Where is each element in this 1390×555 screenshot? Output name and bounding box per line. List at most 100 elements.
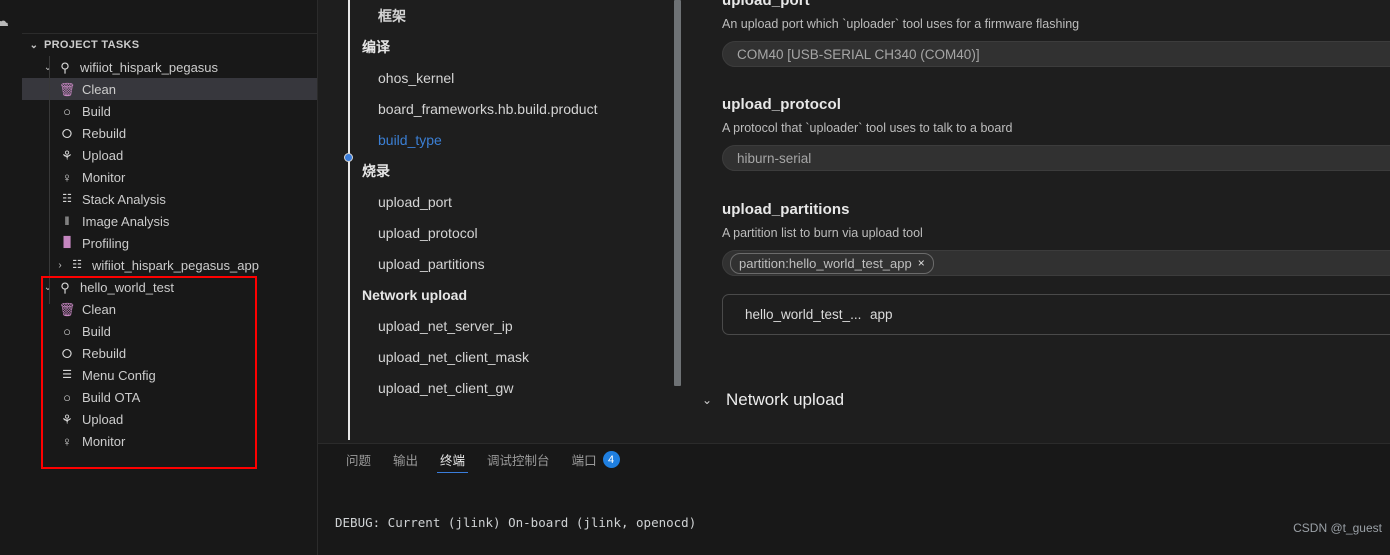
panel-tab-bar: 问题 输出 终端 调试控制台 端口 4	[318, 444, 1390, 475]
upload-partitions-input[interactable]: partition:hello_world_test_app ×	[722, 250, 1390, 276]
outline-item-upload-net-server-ip[interactable]: upload_net_server_ip	[362, 310, 667, 341]
chevron-right-icon[interactable]: ›	[52, 260, 68, 271]
outline-item-upload-net-client-mask[interactable]: upload_net_client_mask	[362, 341, 667, 372]
outline-item-upload-net-client-gw[interactable]: upload_net_client_gw	[362, 372, 667, 403]
partition-name-cell: hello_world_test_...	[745, 307, 862, 322]
app-root: ☁ ⌄ PROJECT TASKS ⌄ ⚲ wifiiot_hispark_pe…	[0, 0, 1390, 555]
tree-group-hello-world-test[interactable]: ⌄ ⚲ hello_world_test	[22, 276, 317, 298]
code-icon: ⭘	[61, 125, 73, 141]
task-item-stack-analysis[interactable]: ☷ Stack Analysis	[22, 188, 317, 210]
field-description: A protocol that `uploader` tool uses to …	[722, 121, 1013, 135]
partition-table-row[interactable]: hello_world_test_... app /home/qv	[722, 294, 1390, 335]
task-label: Profiling	[82, 235, 129, 251]
task-item-upload[interactable]: ⚘ Upload	[22, 144, 317, 166]
cloud-icon: ☁	[0, 13, 8, 30]
project-tasks-title: PROJECT TASKS	[44, 39, 140, 51]
tab-output[interactable]: 输出	[382, 444, 429, 475]
field-upload-partitions: upload_partitions A partition list to bu…	[722, 201, 1390, 335]
tree-group-wifiiot-hispark-pegasus[interactable]: ⌄ ⚲ wifiiot_hispark_pegasus	[22, 56, 317, 78]
ports-count-badge: 4	[602, 451, 620, 468]
chart-bar-icon: █	[63, 237, 71, 248]
upload-protocol-input[interactable]: hiburn-serial	[722, 145, 1390, 171]
task-item-monitor[interactable]: ♀ Monitor	[22, 166, 317, 188]
field-title: upload_protocol	[722, 96, 841, 113]
outline-item-framework[interactable]: 框架	[362, 0, 667, 31]
outline-item-upload-port[interactable]: upload_port	[362, 186, 667, 217]
flame-icon: ⚘	[61, 147, 73, 163]
chevron-down-icon[interactable]: ⌄	[27, 38, 41, 52]
upload-port-input[interactable]: COM40 [USB-SERIAL CH340 (COM40)]	[722, 41, 1390, 67]
chevron-down-icon[interactable]: ⌄	[40, 282, 56, 293]
hello-task-item-build-ota[interactable]: ○ Build OTA	[22, 386, 317, 408]
hello-task-item-clean[interactable]: 🗑 Clean	[22, 298, 317, 320]
partition-type-cell: app	[870, 307, 893, 322]
tree-group-label: wifiiot_hispark_pegasus	[80, 59, 219, 75]
chevron-down-icon[interactable]: ⌄	[700, 393, 714, 407]
task-label: Monitor	[82, 433, 126, 449]
tree-group-wifiiot-hispark-pegasus-app[interactable]: › ☷ wifiiot_hispark_pegasus_app	[22, 254, 317, 276]
task-item-image-analysis[interactable]: ‖ Image Analysis	[22, 210, 317, 232]
project-tasks-sidebar: ⌄ PROJECT TASKS ⌄ ⚲ wifiiot_hispark_pega…	[22, 0, 318, 555]
task-item-clean[interactable]: 🗑 Clean	[22, 78, 317, 100]
outline-item-board-frameworks[interactable]: board_frameworks.hb.build.product	[362, 93, 667, 124]
outline-group-network-upload[interactable]: Network upload	[362, 279, 667, 310]
outline-scrollbar[interactable]	[674, 0, 681, 386]
code-icon: ⭘	[61, 345, 73, 361]
flame-icon: ⚘	[61, 411, 73, 427]
task-label: Build OTA	[82, 389, 141, 405]
circle-icon: ○	[63, 103, 71, 119]
circle-icon: ○	[63, 323, 71, 339]
trash-icon: 🗑	[58, 301, 76, 317]
field-description: An upload port which `uploader` tool use…	[722, 17, 1080, 31]
tab-debug-console[interactable]: 调试控制台	[476, 444, 561, 475]
outline-group-burn[interactable]: 烧录	[362, 155, 667, 186]
tree-group-label: wifiiot_hispark_pegasus_app	[92, 257, 259, 273]
task-label: Build	[82, 103, 111, 119]
hello-task-item-menu-config[interactable]: ☰ Menu Config	[22, 364, 317, 386]
partition-chip[interactable]: partition:hello_world_test_app ×	[730, 252, 934, 274]
outline-group-compile[interactable]: 编译	[362, 31, 667, 62]
task-label: Rebuild	[82, 345, 127, 361]
image-icon: ‖	[64, 214, 70, 228]
stack-icon: ☷	[62, 192, 72, 205]
network-upload-section-toggle[interactable]: ⌄ Network upload	[702, 390, 844, 410]
outline-item-upload-partitions[interactable]: upload_partitions	[362, 248, 667, 279]
hello-task-item-upload[interactable]: ⚘ Upload	[22, 408, 317, 430]
task-label: Image Analysis	[82, 213, 170, 229]
field-upload-protocol: upload_protocol A protocol that `uploade…	[722, 96, 1390, 171]
task-label: Menu Config	[82, 367, 156, 383]
task-label: Build	[82, 323, 111, 339]
hello-task-item-build[interactable]: ○ Build	[22, 320, 317, 342]
grid-icon: ☷	[72, 258, 82, 271]
chevron-down-icon[interactable]: ⌄	[40, 62, 56, 73]
location-pin-icon: ⚲	[60, 59, 70, 75]
tab-ports[interactable]: 端口 4	[561, 444, 631, 475]
project-tasks-header[interactable]: ⌄ PROJECT TASKS	[22, 34, 317, 56]
task-label: Monitor	[82, 169, 126, 185]
task-item-rebuild[interactable]: ⭘ Rebuild	[22, 122, 317, 144]
watermark: CSDN @t_guest	[1293, 521, 1382, 535]
partition-chip-label: partition:hello_world_test_app	[739, 255, 912, 271]
location-pin-icon: ⚲	[60, 279, 70, 295]
tab-terminal[interactable]: 终端	[429, 444, 476, 475]
outline-item-upload-protocol[interactable]: upload_protocol	[362, 217, 667, 248]
plug-icon: ♀	[62, 169, 72, 185]
terminal-line-1: DEBUG: Current (jlink) On-board (jlink, …	[335, 515, 697, 530]
hello-task-item-rebuild[interactable]: ⭘ Rebuild	[22, 342, 317, 364]
field-title: upload_partitions	[722, 201, 850, 218]
bottom-panel: 问题 输出 终端 调试控制台 端口 4 DEBUG: Current (jlin…	[318, 443, 1390, 555]
tab-problems[interactable]: 问题	[335, 444, 382, 475]
task-item-build[interactable]: ○ Build	[22, 100, 317, 122]
outline-item-build-type[interactable]: build_type	[362, 124, 667, 155]
outline-item-ohos-kernel[interactable]: ohos_kernel	[362, 62, 667, 93]
task-label: Clean	[82, 301, 116, 317]
field-upload-port: upload_port An upload port which `upload…	[722, 0, 1390, 67]
close-icon[interactable]: ×	[918, 256, 925, 270]
circle-icon: ○	[63, 389, 71, 405]
task-label: Stack Analysis	[82, 191, 166, 207]
task-item-profiling[interactable]: █ Profiling	[22, 232, 317, 254]
hello-task-item-monitor[interactable]: ♀ Monitor	[22, 430, 317, 452]
tree-indent-guide	[49, 56, 50, 304]
terminal-output[interactable]: DEBUG: Current (jlink) On-board (jlink, …	[318, 475, 1390, 555]
outline-rail	[348, 0, 350, 440]
